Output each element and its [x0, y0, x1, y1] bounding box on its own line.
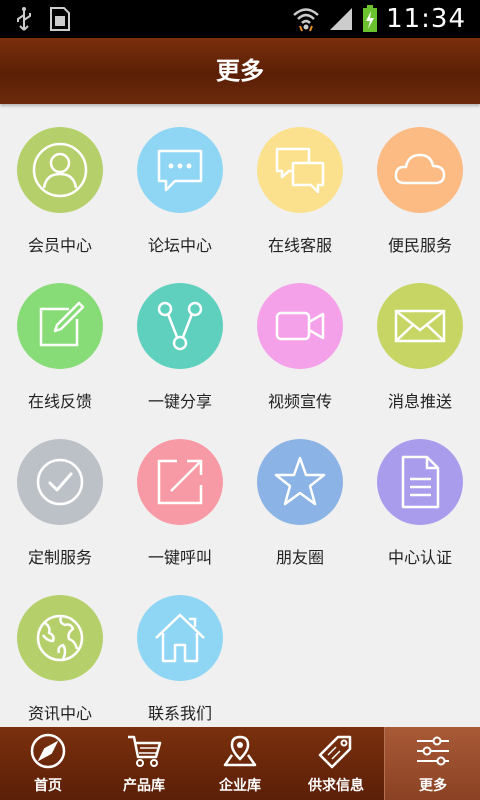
- grid-item-video-promo[interactable]: 视频宣传: [240, 260, 360, 416]
- edit-icon: [17, 283, 103, 369]
- home-icon: [137, 595, 223, 681]
- tab-supply-demand[interactable]: 供求信息: [288, 727, 384, 800]
- grid-item-convenience-service[interactable]: 便民服务: [360, 104, 480, 260]
- grid-item-moments[interactable]: 朋友圈: [240, 416, 360, 572]
- external-link-icon: [137, 439, 223, 525]
- user-icon: [17, 127, 103, 213]
- tab-label: 供求信息: [308, 778, 364, 794]
- signal-icon: [330, 8, 353, 30]
- grid-item-custom-service[interactable]: 定制服务: [0, 416, 120, 572]
- tab-label: 产品库: [123, 778, 165, 794]
- mail-icon: [377, 283, 463, 369]
- cloud-icon: [377, 127, 463, 213]
- tab-label: 首页: [34, 778, 62, 794]
- grid-item-push-messages[interactable]: 消息推送: [360, 260, 480, 416]
- status-bar: 11:34: [0, 0, 480, 38]
- grid-item-label: 消息推送: [387, 392, 452, 411]
- grid-item-online-service[interactable]: 在线客服: [240, 104, 360, 260]
- globe-icon: [17, 595, 103, 681]
- usb-icon: [17, 7, 31, 31]
- tag-icon: [318, 735, 352, 769]
- grid-item-label: 资讯中心: [27, 704, 92, 723]
- grid-item-label: 会员中心: [27, 236, 92, 255]
- grid-item-news-center[interactable]: 资讯中心: [0, 572, 120, 728]
- document-icon: [377, 439, 463, 525]
- grid-item-center-certification[interactable]: 中心认证: [360, 416, 480, 572]
- tab-products[interactable]: 产品库: [96, 727, 192, 800]
- sim-icon: [50, 7, 70, 31]
- tab-enterprises[interactable]: 企业库: [192, 727, 288, 800]
- grid-item-label: 一键分享: [147, 392, 212, 411]
- dialog-icon: [257, 127, 343, 213]
- sliders-icon: [417, 736, 449, 766]
- grid-item-label: 在线客服: [267, 236, 332, 255]
- cart-icon: [128, 735, 162, 767]
- grid-item-label: 中心认证: [387, 548, 452, 567]
- grid-item-label: 视频宣传: [267, 392, 332, 411]
- grid-item-one-click-share[interactable]: 一键分享: [120, 260, 240, 416]
- title-bar: 更多: [0, 38, 480, 104]
- page-title: 更多: [216, 57, 264, 85]
- grid-item-label: 一键呼叫: [147, 548, 212, 567]
- map-icon: [223, 735, 257, 767]
- grid-item-member-center[interactable]: 会员中心: [0, 104, 120, 260]
- share-icon: [137, 283, 223, 369]
- grid-item-label: 在线反馈: [27, 392, 92, 411]
- chat-bubble-icon: [137, 127, 223, 213]
- grid-item-label: 便民服务: [387, 236, 452, 255]
- grid-item-label: 联系我们: [147, 704, 212, 723]
- tab-more[interactable]: 更多: [384, 727, 480, 800]
- check-icon: [17, 439, 103, 525]
- compass-icon: [30, 733, 66, 769]
- tab-label: 更多: [419, 778, 447, 794]
- battery-charging-icon: [363, 5, 378, 32]
- bottom-nav: 首页 产品库 企业库 供求信息 更多: [0, 727, 480, 800]
- clock: 11:34: [386, 4, 466, 34]
- grid-item-label: 朋友圈: [275, 548, 324, 567]
- grid-item-forum-center[interactable]: 论坛中心: [120, 104, 240, 260]
- star-icon: [257, 439, 343, 525]
- wifi-icon: [293, 8, 319, 32]
- grid-item-online-feedback[interactable]: 在线反馈: [0, 260, 120, 416]
- grid-item-contact-us[interactable]: 联系我们: [120, 572, 240, 728]
- grid-item-one-click-call[interactable]: 一键呼叫: [120, 416, 240, 572]
- tab-label: 企业库: [219, 778, 261, 794]
- tab-home[interactable]: 首页: [0, 727, 96, 800]
- grid-item-label: 论坛中心: [147, 236, 212, 255]
- grid-item-label: 定制服务: [27, 548, 92, 567]
- video-icon: [257, 283, 343, 369]
